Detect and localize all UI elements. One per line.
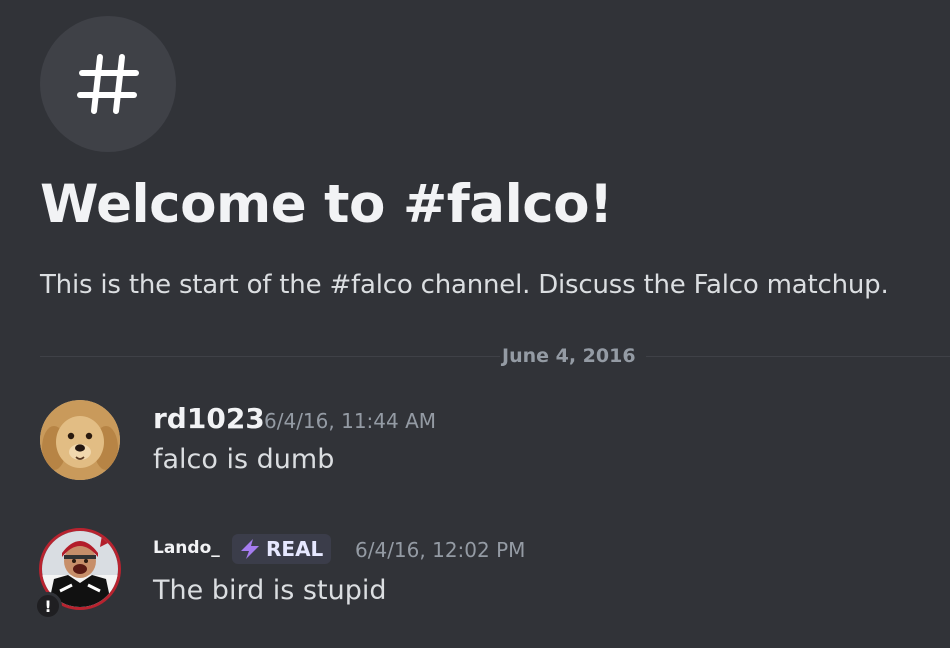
hashtag-icon — [77, 54, 139, 114]
user-tag[interactable]: REAL — [232, 534, 332, 564]
welcome-title: Welcome to #falco! — [40, 174, 613, 235]
user-avatar[interactable] — [40, 400, 120, 480]
chat-view: Welcome to #falco! This is the start of … — [0, 0, 950, 648]
golden-retriever-avatar — [40, 400, 120, 480]
message-content: The bird is stupid — [153, 575, 387, 606]
tag-label: REAL — [266, 537, 324, 561]
date-divider-line — [40, 356, 950, 357]
date-divider-label: June 4, 2016 — [500, 345, 646, 367]
username[interactable]: rd1023 — [153, 402, 265, 435]
message-timestamp[interactable]: 6/4/16, 12:02 PM — [355, 538, 525, 562]
welcome-subtitle: This is the start of the #falco channel.… — [40, 270, 889, 300]
message-timestamp[interactable]: 6/4/16, 11:44 AM — [264, 409, 436, 433]
username[interactable]: Lando_ — [153, 538, 220, 558]
status-badge: ! — [34, 592, 62, 620]
message-content: falco is dumb — [153, 444, 335, 475]
lightning-icon — [241, 539, 259, 559]
channel-icon-container — [40, 16, 176, 152]
